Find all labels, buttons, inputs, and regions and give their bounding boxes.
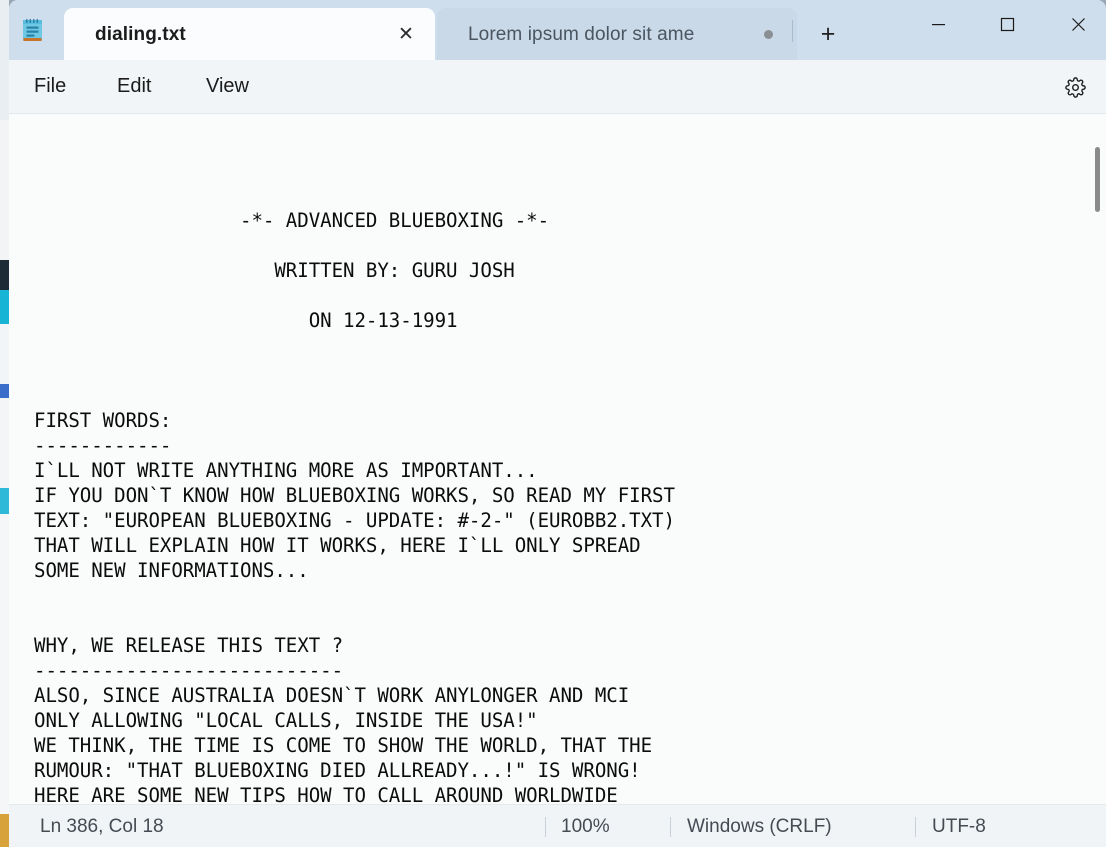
tab-dialing-txt[interactable]: dialing.txt ✕: [64, 8, 435, 60]
tab-label: dialing.txt: [95, 24, 186, 45]
bg-streak: [0, 120, 9, 260]
menu-item-edit[interactable]: Edit: [105, 71, 163, 102]
maximize-button[interactable]: [984, 0, 1030, 48]
bg-streak: [0, 0, 9, 120]
new-tab-button[interactable]: +: [810, 18, 846, 50]
bg-streak: [0, 514, 9, 814]
vertical-scrollbar[interactable]: [1090, 114, 1106, 804]
status-divider: [670, 817, 671, 837]
bg-streak: [0, 384, 9, 398]
maximize-icon: [1000, 17, 1014, 31]
status-line-col[interactable]: Ln 386, Col 18: [40, 805, 164, 847]
menu-bar: File Edit View: [9, 60, 1106, 114]
bg-streak: [0, 260, 9, 290]
tab-lorem-ipsum[interactable]: Lorem ipsum dolor sit ame: [437, 8, 797, 60]
tab-label: Lorem ipsum dolor sit ame: [468, 24, 695, 45]
status-divider: [545, 817, 546, 837]
close-icon: [1071, 17, 1085, 31]
title-bar: dialing.txt ✕ Lorem ipsum dolor sit ame …: [9, 0, 1106, 60]
document-text[interactable]: -*- ADVANCED BLUEBOXING -*- WRITTEN BY: …: [34, 133, 675, 804]
gear-icon: [1064, 76, 1086, 98]
notepad-window: dialing.txt ✕ Lorem ipsum dolor sit ame …: [9, 0, 1106, 847]
text-editor-area[interactable]: -*- ADVANCED BLUEBOXING -*- WRITTEN BY: …: [9, 114, 1106, 804]
status-bar: Ln 386, Col 18 100% Windows (CRLF) UTF-8: [9, 804, 1106, 847]
menu-item-view[interactable]: View: [194, 71, 261, 102]
bg-streak: [0, 290, 9, 324]
bg-streak: [0, 488, 9, 514]
settings-button[interactable]: [1060, 72, 1090, 102]
scrollbar-thumb[interactable]: [1095, 147, 1100, 212]
close-icon[interactable]: ✕: [393, 21, 419, 47]
minimize-icon: [931, 23, 945, 25]
bg-streak: [0, 324, 9, 384]
window-close-button[interactable]: [1055, 0, 1101, 48]
minimize-button[interactable]: [915, 0, 961, 48]
bg-streak: [0, 398, 9, 488]
status-line-endings[interactable]: Windows (CRLF): [687, 805, 832, 847]
status-encoding[interactable]: UTF-8: [932, 805, 986, 847]
tab-separator: [792, 20, 793, 42]
unsaved-dot-icon: [764, 30, 773, 39]
bg-streak: [0, 814, 9, 847]
notepad-icon: [20, 18, 46, 44]
status-divider: [915, 817, 916, 837]
menu-item-file[interactable]: File: [22, 71, 78, 102]
status-zoom[interactable]: 100%: [561, 805, 610, 847]
